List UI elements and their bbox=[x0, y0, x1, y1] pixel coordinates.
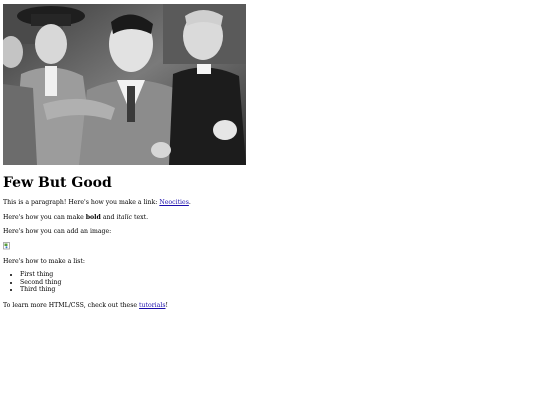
paragraph-text: text. bbox=[132, 214, 149, 221]
example-list: First thing Second thing Third thing bbox=[3, 271, 61, 294]
paragraph-list-example: Here's how to make a list: bbox=[3, 258, 85, 265]
page: Few But Good This is a paragraph! Here's… bbox=[0, 0, 540, 405]
paragraph-text: . bbox=[188, 199, 191, 206]
paragraph-tutorials: To learn more HTML/CSS, check out these … bbox=[3, 302, 168, 310]
list-item: Second thing bbox=[20, 279, 61, 287]
group-photo-image bbox=[3, 4, 246, 165]
neocities-link[interactable]: Neocities bbox=[159, 199, 189, 206]
tutorials-link[interactable]: tutorials bbox=[139, 302, 165, 309]
paragraph-text: To learn more HTML/CSS, check out these bbox=[3, 302, 140, 309]
broken-image-icon bbox=[3, 242, 11, 250]
italic-text: italic bbox=[116, 214, 133, 221]
paragraph-text: ! bbox=[165, 302, 169, 309]
paragraph-image-example: Here's how you can add an image: bbox=[3, 228, 112, 235]
paragraph-text: Here's how you can make bbox=[3, 214, 86, 221]
header-photo bbox=[3, 4, 246, 165]
bold-text: bold bbox=[85, 214, 101, 221]
paragraph-text: and bbox=[100, 214, 117, 221]
page-title: Few But Good bbox=[3, 175, 112, 191]
list-item: Third thing bbox=[20, 286, 61, 294]
paragraph-link-example: This is a paragraph! Here's how you make… bbox=[3, 199, 191, 207]
list-item: First thing bbox=[20, 271, 61, 279]
paragraph-text: This is a paragraph! Here's how you make… bbox=[3, 199, 160, 206]
paragraph-formatting-example: Here's how you can make bold and italic … bbox=[3, 214, 148, 222]
